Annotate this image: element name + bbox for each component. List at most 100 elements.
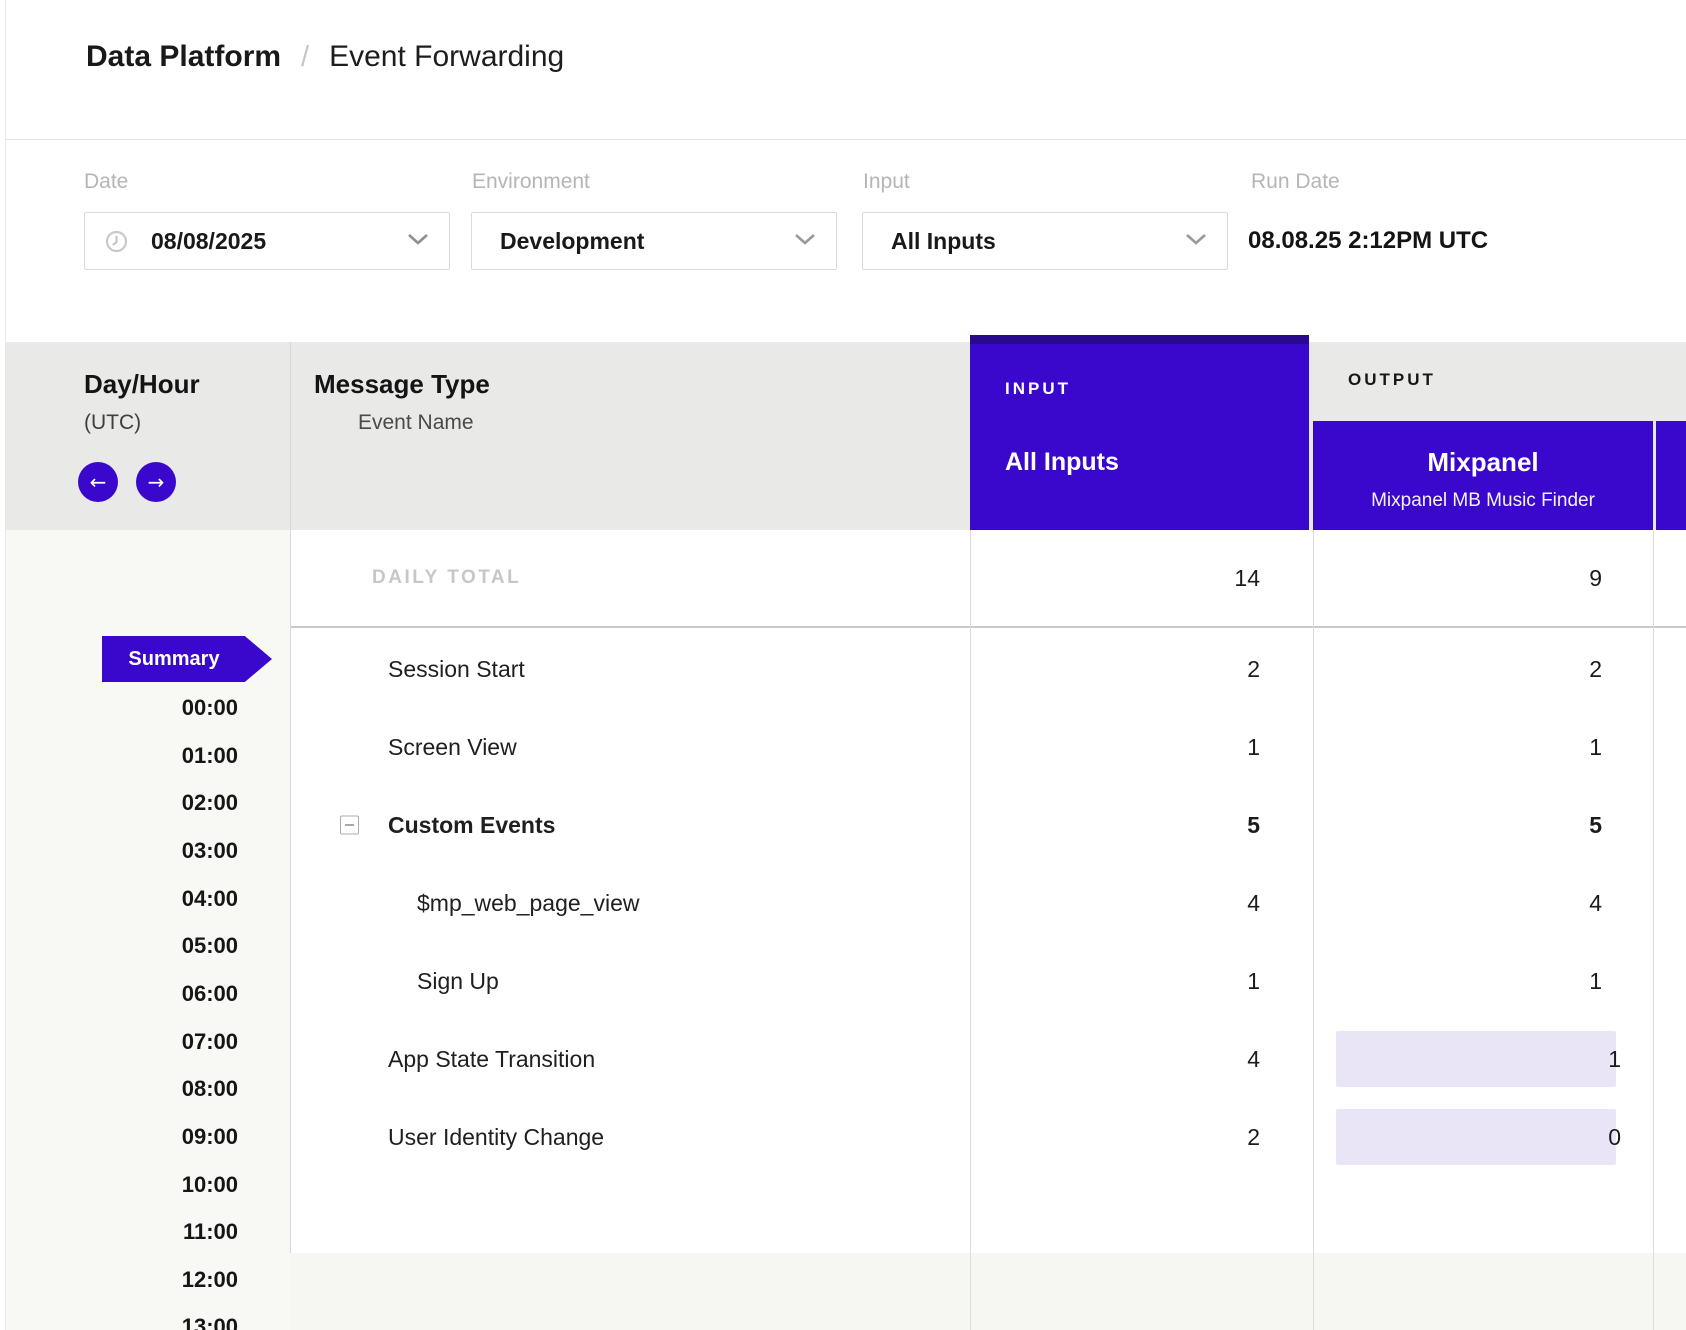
header-column-divider	[290, 342, 291, 530]
hour-label-0700[interactable]: 07:00	[182, 1029, 238, 1055]
input-label: Input	[863, 170, 910, 194]
row-label-cell: Session Start	[290, 630, 970, 708]
breadcrumb-event-forwarding[interactable]: Event Forwarding	[329, 40, 564, 74]
output-count-value: 5	[1589, 812, 1602, 839]
hour-label-1000[interactable]: 10:00	[182, 1172, 238, 1198]
mixpanel-column-header[interactable]: Mixpanel Mixpanel MB Music Finder	[1313, 421, 1653, 530]
mixpanel-title: Mixpanel	[1313, 447, 1653, 478]
next-output-column-header[interactable]	[1656, 421, 1686, 530]
row-label-cell: User Identity Change	[290, 1098, 970, 1176]
breadcrumb-data-platform[interactable]: Data Platform	[86, 40, 281, 74]
output-count-cell: 5	[1309, 786, 1649, 864]
message-type-title: Message Type	[314, 369, 490, 400]
input-count-cell: 1	[970, 734, 1309, 761]
row-label: App State Transition	[388, 1046, 595, 1073]
row-label-cell: App State Transition	[290, 1020, 970, 1098]
input-count-cell: 5	[970, 812, 1309, 839]
hour-label-0600[interactable]: 06:00	[182, 981, 238, 1007]
day-hour-title: Day/Hour	[84, 369, 200, 400]
output-count-value: 2	[1589, 656, 1602, 683]
input-value: All Inputs	[891, 228, 996, 255]
input-count-cell: 2	[970, 656, 1309, 683]
input-column-header[interactable]: INPUT All Inputs	[970, 335, 1309, 530]
output-count-cell: 1	[1309, 708, 1649, 786]
row-label: Custom Events	[388, 812, 555, 839]
row-label: Sign Up	[417, 968, 499, 995]
hour-label-0100[interactable]: 01:00	[182, 743, 238, 769]
row-label: Session Start	[388, 656, 525, 683]
minus-glyph	[345, 824, 354, 826]
chevron-down-icon	[407, 232, 429, 250]
run-date-label: Run Date	[1251, 170, 1340, 194]
output-count-value: 4	[1589, 890, 1602, 917]
hour-label-1300[interactable]: 13:00	[182, 1314, 238, 1330]
hour-label-0000[interactable]: 00:00	[182, 695, 238, 721]
top-bar: Data Platform / Event Forwarding	[6, 0, 1686, 140]
input-count-cell: 2	[970, 1124, 1309, 1151]
hour-label-0200[interactable]: 02:00	[182, 790, 238, 816]
hour-label-1200[interactable]: 12:00	[182, 1267, 238, 1293]
column-divider	[1313, 530, 1314, 1330]
table-row: User Identity Change 2 0	[290, 1098, 1686, 1176]
chevron-down-icon	[794, 232, 816, 250]
input-column-title: All Inputs	[1005, 448, 1119, 477]
environment-label: Environment	[472, 170, 590, 194]
row-label-cell: Screen View	[290, 708, 970, 786]
row-label: $mp_web_page_view	[417, 890, 640, 917]
daily-total-row: DAILY TOTAL 14 9	[290, 530, 1686, 628]
highlighted-cell-background	[1336, 1109, 1616, 1165]
table-body: Session Start 2 2 Screen View 1 1 Custom Event…	[290, 630, 1686, 1176]
hour-label-0500[interactable]: 05:00	[182, 933, 238, 959]
output-count-cell: 4	[1309, 864, 1649, 942]
hour-label-0900[interactable]: 09:00	[182, 1124, 238, 1150]
summary-badge[interactable]: Summary	[102, 636, 272, 682]
clock-icon	[105, 230, 128, 253]
arrow-right-icon: →	[148, 470, 165, 494]
breadcrumb-separator: /	[281, 41, 329, 74]
day-hour-sidebar: Summary 00:00 01:00 02:00 03:00 04:00 05:00 06…	[6, 530, 291, 1330]
output-count-cell: 0	[1309, 1098, 1649, 1176]
collapse-minus-icon[interactable]	[340, 816, 359, 835]
environment-dropdown[interactable]: Development	[471, 212, 837, 270]
chevron-down-icon	[1185, 232, 1207, 250]
input-count-cell: 4	[970, 890, 1309, 917]
daily-total-label: DAILY TOTAL	[290, 567, 970, 589]
hour-label-1100[interactable]: 11:00	[183, 1219, 238, 1245]
run-date-value: 08.08.25 2:12PM UTC	[1248, 212, 1488, 270]
date-label: Date	[84, 170, 128, 194]
daily-total-output-value: 9	[1589, 565, 1602, 592]
daily-total-input-value: 14	[970, 565, 1309, 592]
row-label-cell: Sign Up	[290, 942, 970, 1020]
table-row: $mp_web_page_view 4 4	[290, 864, 1686, 942]
output-count-value: 1	[1589, 968, 1602, 995]
row-label: User Identity Change	[388, 1124, 604, 1151]
table-row: Screen View 1 1	[290, 708, 1686, 786]
hour-label-0800[interactable]: 08:00	[182, 1076, 238, 1102]
previous-day-button[interactable]: ←	[78, 462, 118, 502]
event-forwarding-page: Data Platform / Event Forwarding Date En…	[0, 0, 1686, 1330]
hour-label-0400[interactable]: 04:00	[182, 886, 238, 912]
environment-value: Development	[500, 228, 644, 255]
input-column-top-strip	[970, 335, 1309, 344]
row-label-cell: $mp_web_page_view	[290, 864, 970, 942]
column-divider	[1653, 530, 1654, 1330]
date-dropdown[interactable]: 08/08/2025	[84, 212, 450, 270]
utc-subtitle: (UTC)	[84, 411, 141, 435]
output-group-label: OUTPUT	[1348, 370, 1436, 390]
output-count-value: 1	[1608, 1046, 1635, 1073]
column-divider	[970, 530, 971, 1330]
arrow-left-icon: ←	[90, 470, 107, 494]
input-dropdown[interactable]: All Inputs	[862, 212, 1228, 270]
event-name-subtitle: Event Name	[358, 411, 474, 435]
output-count-cell: 1	[1309, 1020, 1649, 1098]
hour-label-0300[interactable]: 03:00	[182, 838, 238, 864]
output-count-cell: 2	[1309, 630, 1649, 708]
output-count-cell: 1	[1309, 942, 1649, 1020]
output-count-value: 0	[1608, 1124, 1635, 1151]
input-count-cell: 4	[970, 1046, 1309, 1073]
date-value: 08/08/2025	[151, 228, 266, 255]
row-label: Screen View	[388, 734, 517, 761]
next-day-button[interactable]: →	[136, 462, 176, 502]
mixpanel-subtitle: Mixpanel MB Music Finder	[1313, 490, 1653, 512]
output-count-value: 1	[1589, 734, 1602, 761]
